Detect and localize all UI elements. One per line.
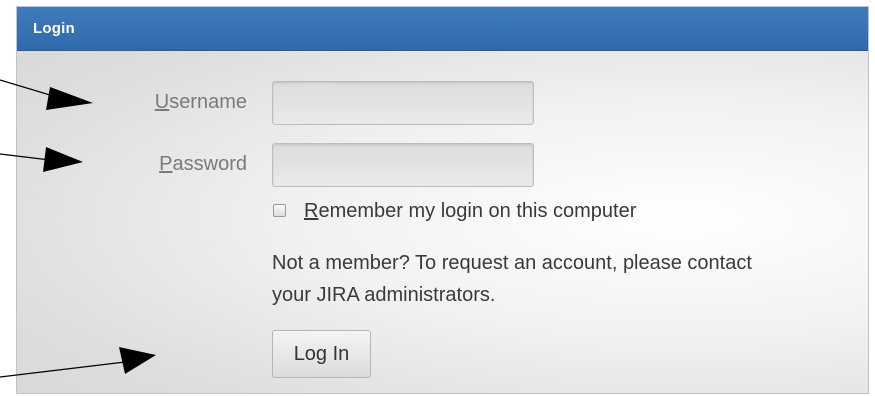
username-input[interactable]: [272, 81, 534, 125]
password-label: Password: [47, 153, 247, 176]
username-label-mnemonic: U: [154, 91, 170, 113]
username-label: Username: [47, 91, 247, 114]
remember-label-mnemonic: R: [304, 200, 319, 222]
password-input[interactable]: [272, 143, 534, 187]
remember-label-rest: emember my login on this computer: [318, 200, 637, 222]
panel-header: Login: [17, 7, 868, 51]
log-in-button[interactable]: Log In: [272, 330, 371, 378]
signup-info-line-2: your JIRA administrators.: [272, 284, 496, 306]
remember-checkbox[interactable]: [273, 204, 286, 217]
username-label-rest: sername: [169, 91, 247, 113]
remember-label[interactable]: Remember my login on this computer: [304, 200, 636, 223]
screenshot-stage: Login Username Password Remember my logi…: [0, 0, 875, 396]
signup-info-line-1: Not a member? To request an account, ple…: [272, 252, 752, 274]
panel-title: Login: [33, 20, 75, 37]
signup-info-text: Not a member? To request an account, ple…: [272, 247, 842, 311]
password-label-rest: assword: [172, 153, 247, 175]
password-label-mnemonic: P: [159, 153, 173, 175]
